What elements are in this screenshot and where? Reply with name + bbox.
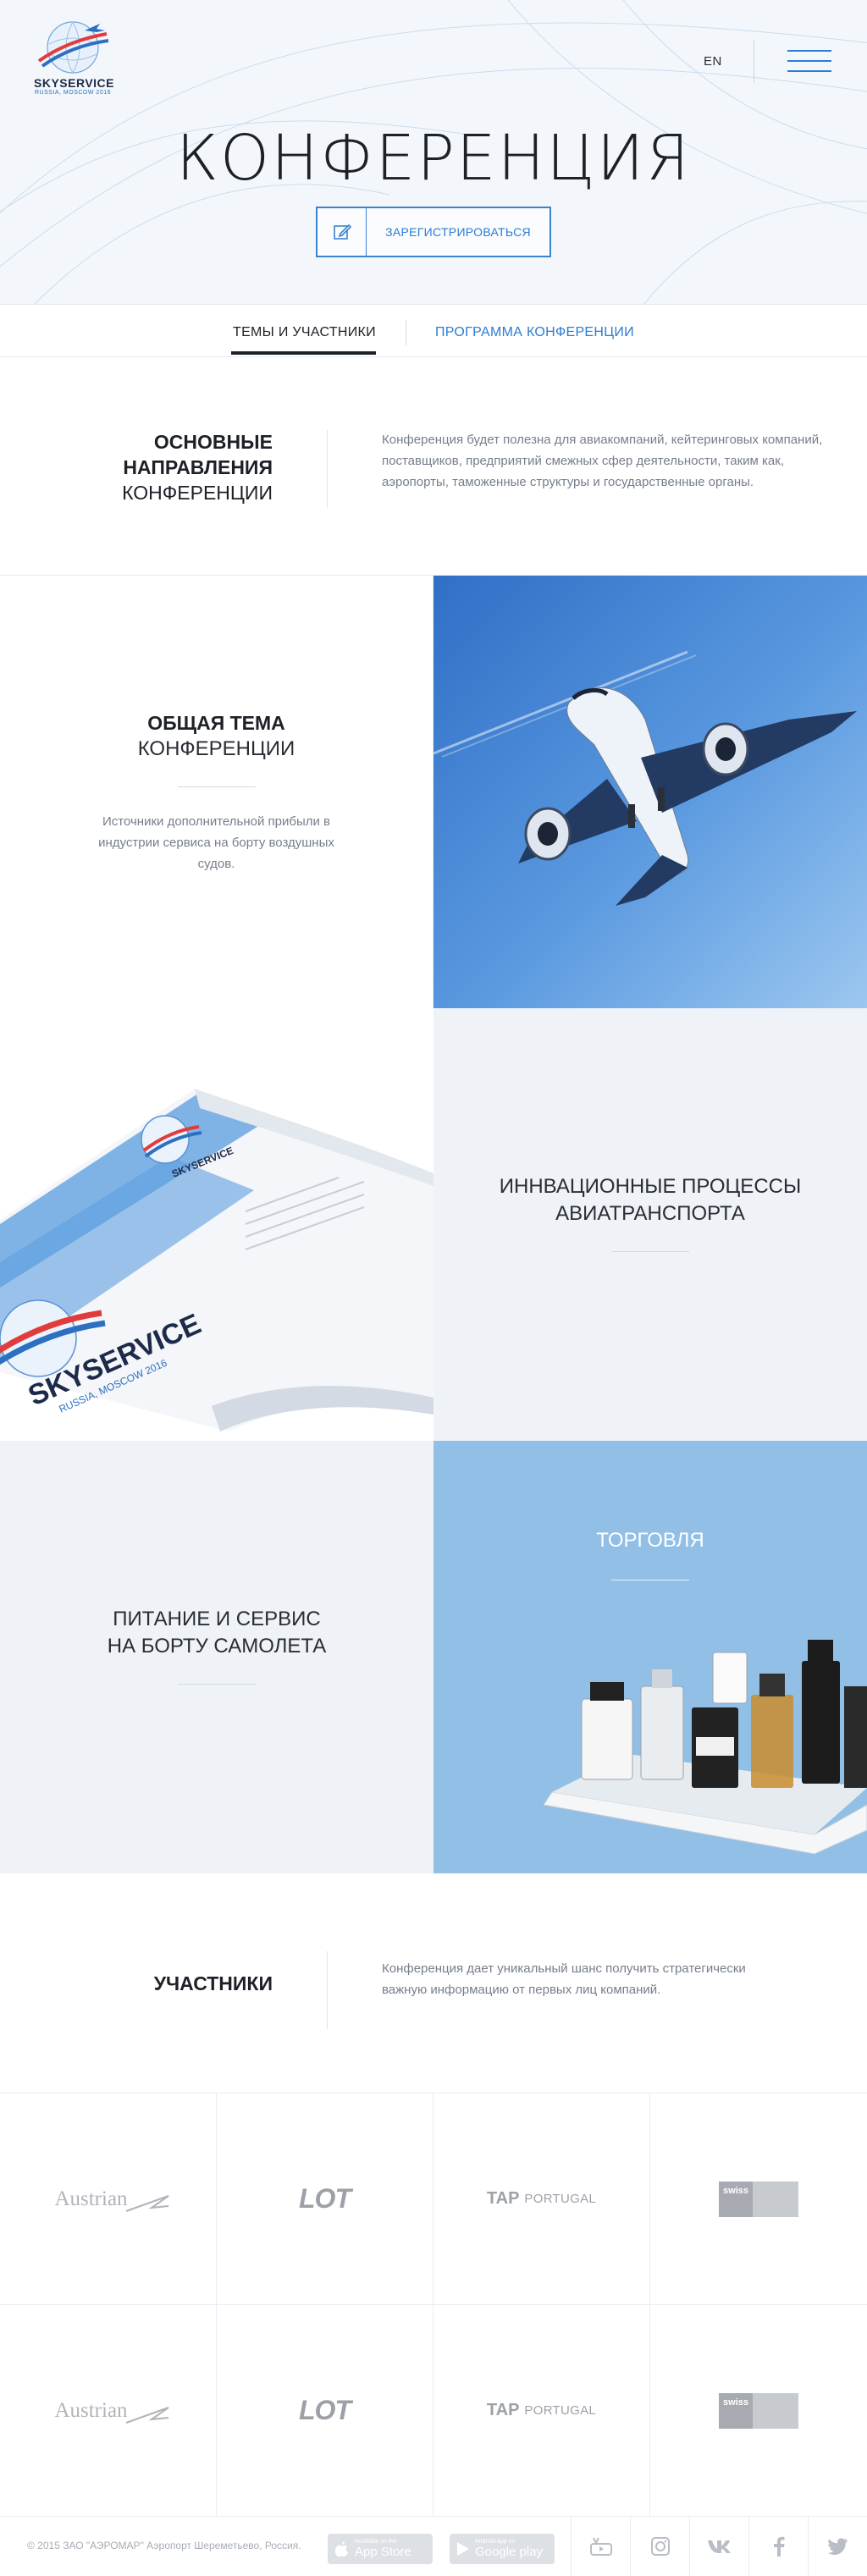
logo-text: SKYSERVICE xyxy=(34,76,114,90)
google-play-big: Google play xyxy=(475,2545,544,2559)
participants-section: УЧАСТНИКИ Конференция дает уникальный ша… xyxy=(0,1873,867,2093)
apple-icon xyxy=(334,2541,348,2557)
intro-heading-line2: НАПРАВЛЕНИЯ xyxy=(123,456,273,478)
swiss-logo-block xyxy=(753,2392,798,2429)
lot-logo-text: LOT xyxy=(299,2183,351,2214)
partner-logo-swiss[interactable]: swiss xyxy=(650,2305,867,2517)
topic-trade: ТОРГОВЛЯ xyxy=(434,1441,867,1873)
topic-food: ПИТАНИЕ И СЕРВИС НА БОРТУ САМОЛЕТА xyxy=(0,1441,434,1873)
austrian-swoosh-icon xyxy=(125,2406,169,2424)
intro-section: ОСНОВНЫЕ НАПРАВЛЕНИЯ КОНФЕРЕНЦИИ Конфере… xyxy=(0,357,867,576)
tap-logo-subtitle: PORTUGAL xyxy=(524,2403,597,2418)
austrian-logo-text: Austrian xyxy=(54,2398,128,2422)
tap-logo-subtitle: PORTUGAL xyxy=(524,2192,597,2206)
google-play-icon xyxy=(457,2542,469,2556)
tap-logo-text: TAP xyxy=(486,2189,520,2208)
swiss-logo-block xyxy=(753,2181,798,2217)
intro-heading-line1: ОСНОВНЫЕ xyxy=(153,431,273,453)
topic-general-subtitle: КОНФЕРЕНЦИИ xyxy=(137,736,295,760)
app-store-button[interactable]: Available on the App Store xyxy=(328,2534,433,2564)
tab-topics[interactable]: ТЕМЫ И УЧАСТНИКИ xyxy=(233,325,376,340)
topic-innovation: ИННВАЦИОННЫЕ ПРОЦЕССЫ АВИАТРАНСПОРТА xyxy=(434,1008,867,1441)
swiss-logo-text: swiss xyxy=(719,2392,753,2429)
topic-general-title: ОБЩАЯ ТЕМА xyxy=(147,711,285,734)
intro-text: Конференция будет полезна для авиакомпан… xyxy=(382,433,823,489)
edit-icon xyxy=(318,208,367,256)
topic-general: ОБЩАЯ ТЕМА КОНФЕРЕНЦИИ Источники дополни… xyxy=(0,576,434,1008)
topic-trade-title: ТОРГОВЛЯ xyxy=(596,1529,704,1552)
topic-separator xyxy=(178,1684,256,1685)
copyright: © 2015 ЗАО "АЭРОМАР" Аэропорт Шереметьев… xyxy=(27,2540,301,2551)
partner-logo-austrian[interactable]: Austrian xyxy=(0,2093,217,2305)
hero: SKYSERVICE RUSSIA, MOSCOW 2016 EN КОНФЕР… xyxy=(0,0,867,305)
logo-globe-icon xyxy=(37,21,109,74)
partner-logo-austrian[interactable]: Austrian xyxy=(0,2305,217,2517)
partner-logo-lot[interactable]: LOT xyxy=(217,2305,434,2517)
register-button[interactable]: ЗАРЕГИСТРИРОВАТЬСЯ xyxy=(316,207,551,257)
tab-program[interactable]: ПРОГРАММА КОНФЕРЕНЦИИ xyxy=(435,325,634,340)
vk-icon[interactable] xyxy=(689,2517,748,2576)
austrian-swoosh-icon xyxy=(125,2194,169,2212)
burger-menu-icon[interactable] xyxy=(787,50,831,75)
partner-logo-tap[interactable]: TAP PORTUGAL xyxy=(434,2093,650,2305)
airplane-image xyxy=(434,576,867,1008)
intro-divider xyxy=(327,430,328,508)
topic-food-line2: НА БОРТУ САМОЛЕТА xyxy=(107,1635,327,1658)
intro-heading: ОСНОВНЫЕ НАПРАВЛЕНИЯ КОНФЕРЕНЦИИ xyxy=(122,429,273,505)
swiss-logo-text: swiss xyxy=(719,2181,753,2217)
austrian-logo-text: Austrian xyxy=(54,2187,128,2210)
brochure-image: SKYSERVICE RUSSIA, MOSCOW 2016 SKYSERVIC… xyxy=(0,1008,434,1441)
topic-general-text: Источники дополнительной прибыли в индус… xyxy=(98,814,334,871)
footer: © 2015 ЗАО "АЭРОМАР" Аэропорт Шереметьев… xyxy=(0,2517,867,2576)
instagram-icon[interactable] xyxy=(630,2517,689,2576)
topic-innovation-line1: ИННВАЦИОННЫЕ ПРОЦЕССЫ xyxy=(499,1175,802,1198)
youtube-icon[interactable] xyxy=(571,2517,630,2576)
twitter-icon[interactable] xyxy=(808,2517,867,2576)
logo-subtitle: RUSSIA, MOSCOW 2016 xyxy=(34,90,112,96)
perfume-tray-image xyxy=(544,1640,867,1855)
lot-logo-text: LOT xyxy=(299,2395,351,2425)
participants-heading: УЧАСТНИКИ xyxy=(153,1972,273,1994)
topic-food-line1: ПИТАНИЕ И СЕРВИС xyxy=(113,1608,321,1630)
language-switch[interactable]: EN xyxy=(704,54,722,69)
app-store-big: App Store xyxy=(355,2545,411,2559)
topic-separator xyxy=(177,786,256,787)
google-play-button[interactable]: Android app on Google play xyxy=(450,2534,555,2564)
register-button-label: ЗАРЕГИСТРИРОВАТЬСЯ xyxy=(385,225,531,239)
tap-logo-text: TAP xyxy=(486,2401,520,2419)
topic-separator xyxy=(611,1251,689,1252)
partner-logos: Austrian LOT TAP PORTUGAL swiss Austrian … xyxy=(0,2093,867,2517)
participants-divider xyxy=(327,1951,328,2029)
facebook-icon[interactable] xyxy=(748,2517,808,2576)
topics-grid: ОБЩАЯ ТЕМА КОНФЕРЕНЦИИ Источники дополни… xyxy=(0,576,867,1873)
logo[interactable]: SKYSERVICE RUSSIA, MOSCOW 2016 xyxy=(34,15,114,96)
page-title: КОНФЕРЕНЦИЯ xyxy=(176,122,691,195)
tabs-bar: ТЕМЫ И УЧАСТНИКИ ПРОГРАММА КОНФЕРЕНЦИИ xyxy=(0,305,867,357)
participants-text: Конференция дает уникальный шанс получит… xyxy=(382,1961,746,1997)
partner-logo-tap[interactable]: TAP PORTUGAL xyxy=(434,2305,650,2517)
intro-heading-line3: КОНФЕРЕНЦИИ xyxy=(122,482,273,504)
partner-logo-swiss[interactable]: swiss xyxy=(650,2093,867,2305)
partner-logo-lot[interactable]: LOT xyxy=(217,2093,434,2305)
topic-innovation-line2: АВИАТРАНСПОРТА xyxy=(555,1202,745,1225)
active-tab-indicator xyxy=(231,351,376,355)
